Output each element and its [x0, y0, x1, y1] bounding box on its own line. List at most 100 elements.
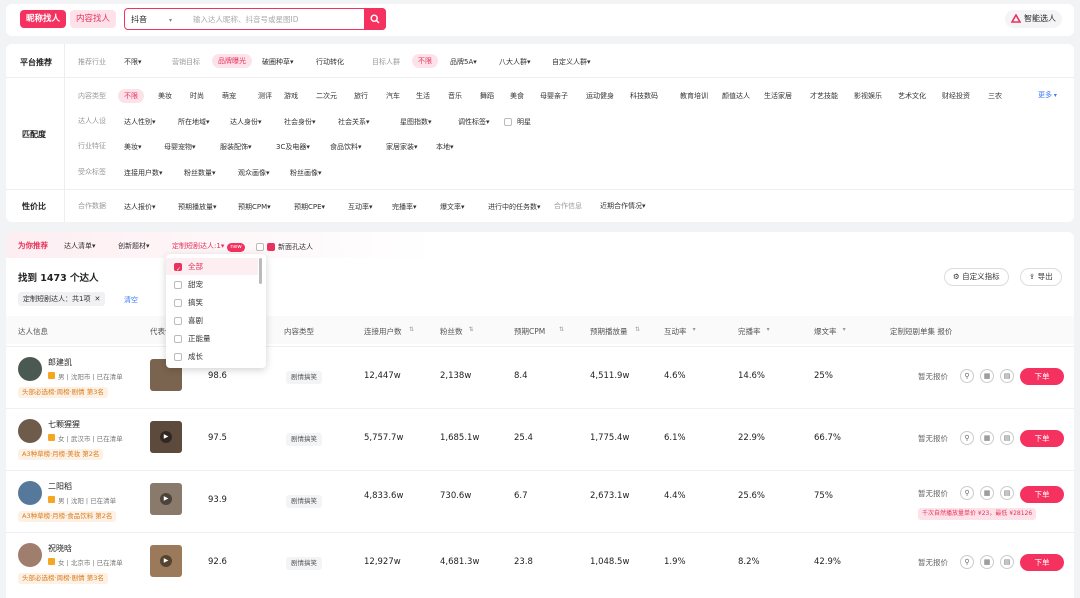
talent-name[interactable]: 七颗猩猩 [48, 419, 80, 430]
rec-list[interactable]: 达人清单▾ [64, 239, 96, 253]
new-face-filter[interactable]: 新面孔达人 [256, 240, 313, 254]
content-type-23[interactable]: 三农 [988, 89, 1002, 103]
order-button[interactable]: 下单 [1020, 430, 1064, 447]
content-type-5[interactable]: 游戏 [284, 89, 298, 103]
content-type-10[interactable]: 音乐 [448, 89, 462, 103]
content-type-6[interactable]: 二次元 [316, 89, 337, 103]
avatar[interactable] [18, 357, 42, 381]
smart-select-button[interactable]: 智能选人 [1005, 10, 1062, 28]
doc-icon[interactable]: ▤ [1000, 555, 1014, 569]
content-type-16[interactable]: 教育培训 [680, 89, 708, 103]
content-type-4[interactable]: 测评 [258, 89, 272, 103]
talent-name[interactable]: 二阳稻 [48, 481, 72, 492]
sort-icon[interactable]: ⇅ [635, 326, 640, 333]
user-icon[interactable]: ⚲ [960, 555, 974, 569]
ind-item-5[interactable]: 家居家装▾ [386, 140, 418, 154]
persona-item-3[interactable]: 社会身份▾ [284, 115, 316, 129]
rec-drama[interactable]: 定制短剧达人:1▾ new [172, 239, 245, 253]
aud-item-1[interactable]: 粉丝数量▾ [184, 166, 216, 180]
aud-item-2[interactable]: 观众画像▾ [238, 166, 270, 180]
crowd-any[interactable]: 不限 [412, 54, 438, 68]
goal-seeding[interactable]: 破圈种草▾ [262, 55, 294, 69]
crowd-eight[interactable]: 八大人群▾ [499, 55, 531, 69]
table-row[interactable]: 祝晓晗女 | 北京市 | 已在清单 头部必选榜·周榜·剧情 第3名 ▶ 92.6 剧情搞… [6, 532, 1074, 594]
col-header-8[interactable]: 互动率 [664, 326, 687, 337]
rank-badge[interactable]: 头部必选榜·周榜·剧情 第3名 [18, 573, 108, 584]
aud-item-3[interactable]: 粉丝画像▾ [290, 166, 322, 180]
custom-metric-button[interactable]: ⚙ 自定义指标 [944, 268, 1009, 286]
coop-item-4[interactable]: 互动率▾ [348, 200, 373, 214]
rank-badge[interactable]: A3种草榜·月榜·食品饮料 第2名 [18, 511, 117, 522]
content-type-19[interactable]: 才艺技能 [810, 89, 838, 103]
platform-select[interactable]: 抖音 ▾ [131, 14, 172, 25]
col-header-10[interactable]: 爆文率 [814, 326, 837, 337]
persona-item-0[interactable]: 达人性别▾ [124, 115, 156, 129]
sort-icon[interactable]: ⇅ [409, 326, 414, 333]
coop-item-0[interactable]: 达人报价▾ [124, 200, 156, 214]
scrollbar[interactable] [259, 258, 262, 284]
col-header-6[interactable]: 预期CPM [514, 326, 545, 337]
user-icon[interactable]: ⚲ [960, 431, 974, 445]
checkbox[interactable] [256, 242, 264, 251]
content-type-17[interactable]: 颜值达人 [722, 89, 750, 103]
dropdown-option-1[interactable]: 甜宠 [166, 276, 258, 293]
talent-name[interactable]: 祝晓晗 [48, 543, 72, 554]
content-type-14[interactable]: 运动健身 [586, 89, 614, 103]
content-type-0[interactable]: 不限 [118, 89, 144, 103]
calendar-icon[interactable]: ▦ [980, 369, 994, 383]
col-header-5[interactable]: 粉丝数 [440, 326, 463, 337]
seg-nickname-search[interactable]: 昵称找人 [20, 10, 67, 28]
table-row[interactable]: 二阳稻男 | 沈阳 | 已在清单 A3种草榜·月榜·食品饮料 第2名 ▶ 93.9 剧情… [6, 470, 1074, 532]
calendar-icon[interactable]: ▦ [980, 555, 994, 569]
checkbox[interactable] [174, 335, 182, 343]
table-row[interactable]: 七颗猩猩女 | 武汉市 | 已在清单 A3种草榜·月榜·美妆 第2名 ▶ 97.5 剧情… [6, 408, 1074, 470]
content-type-12[interactable]: 美食 [510, 89, 524, 103]
recent-coop-select[interactable]: 近期合作情况▾ [600, 199, 646, 213]
aud-item-0[interactable]: 连接用户数▾ [124, 166, 163, 180]
content-type-1[interactable]: 美妆 [158, 89, 172, 103]
doc-icon[interactable]: ▤ [1000, 369, 1014, 383]
coop-item-1[interactable]: 预期播放量▾ [178, 200, 217, 214]
ind-item-6[interactable]: 本地▾ [436, 140, 454, 154]
star-filter[interactable]: 明星 [504, 115, 531, 129]
content-type-18[interactable]: 生活家居 [764, 89, 792, 103]
ind-item-2[interactable]: 服装配饰▾ [220, 140, 252, 154]
checkbox[interactable] [174, 281, 182, 289]
talent-name[interactable]: 郎建凯 [48, 357, 72, 368]
goal-brand-exposure[interactable]: 品牌曝光 [212, 54, 252, 68]
content-type-11[interactable]: 舞蹈 [480, 89, 494, 103]
rec-topic[interactable]: 创新题材▾ [118, 239, 150, 253]
persona-item-4[interactable]: 社会关系▾ [338, 115, 370, 129]
order-button[interactable]: 下单 [1020, 368, 1064, 385]
checkbox[interactable] [504, 117, 512, 126]
order-button[interactable]: 下单 [1020, 554, 1064, 571]
coop-item-2[interactable]: 预期CPM▾ [238, 200, 271, 214]
doc-icon[interactable]: ▤ [1000, 486, 1014, 500]
content-type-13[interactable]: 母婴亲子 [540, 89, 568, 103]
coop-item-5[interactable]: 完播率▾ [392, 200, 417, 214]
clear-filters-link[interactable]: 清空 [124, 295, 138, 305]
col-header-7[interactable]: 预期播放量 [590, 326, 628, 337]
export-button[interactable]: ⇪ 导出 [1020, 268, 1062, 286]
work-thumbnail[interactable]: ▶ [150, 421, 182, 453]
sort-icon[interactable]: ⇅ [559, 326, 564, 333]
sort-icon[interactable]: ⇅ [469, 326, 474, 333]
checkbox[interactable] [174, 299, 182, 307]
dropdown-option-2[interactable]: 搞笑 [166, 294, 258, 311]
coop-item-6[interactable]: 爆文率▾ [440, 200, 465, 214]
ind-item-1[interactable]: 母婴宠物▾ [164, 140, 196, 154]
order-button[interactable]: 下单 [1020, 486, 1064, 503]
industry-select[interactable]: 不限▾ [124, 55, 142, 69]
search-button[interactable] [364, 8, 386, 30]
work-thumbnail[interactable]: ▶ [150, 545, 182, 577]
work-thumbnail[interactable]: ▶ [150, 483, 182, 515]
persona-item-5[interactable]: 星图指数▾ [400, 115, 432, 129]
checkbox[interactable] [174, 317, 182, 325]
coop-item-3[interactable]: 预期CPE▾ [294, 200, 325, 214]
dropdown-option-3[interactable]: 喜剧 [166, 312, 258, 329]
rank-badge[interactable]: A3种草榜·月榜·美妆 第2名 [18, 449, 104, 460]
close-icon[interactable]: ✕ [94, 295, 100, 303]
ind-item-3[interactable]: 3C及电器▾ [276, 140, 310, 154]
coop-item-7[interactable]: 进行中的任务数▾ [488, 200, 541, 214]
col-header-4[interactable]: 连接用户数 [364, 326, 402, 337]
